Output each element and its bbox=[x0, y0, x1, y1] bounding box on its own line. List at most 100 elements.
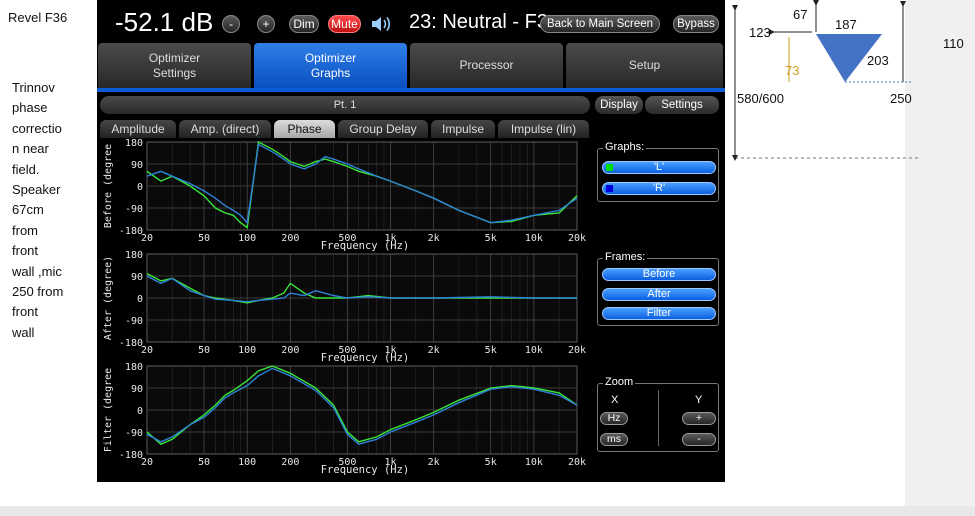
volume-up-button[interactable]: + bbox=[257, 15, 275, 33]
x-tick-label: 2k bbox=[428, 457, 440, 468]
x-tick-label: 20 bbox=[141, 233, 153, 244]
frame-filter-button[interactable]: Filter bbox=[602, 307, 716, 320]
y-tick-label: -180 bbox=[119, 450, 143, 461]
label-123: 123 bbox=[749, 25, 771, 40]
x-tick-label: 20k bbox=[568, 233, 586, 244]
zoom-y-minus-button[interactable]: - bbox=[682, 433, 716, 446]
tab-setup[interactable]: Setup bbox=[566, 43, 723, 88]
volume-down-button[interactable]: - bbox=[222, 15, 240, 33]
note-line: Trinnov bbox=[12, 80, 55, 95]
zoom-y-label: Y bbox=[695, 394, 703, 406]
top-bar: -52.1 dB - + Dim Mute 23: Neutral - F3 B… bbox=[97, 0, 725, 43]
x-tick-label: 50 bbox=[198, 345, 210, 356]
graph-tabs: Amplitude Amp. (direct) Phase Group Dela… bbox=[97, 120, 593, 138]
label-203: 203 bbox=[867, 53, 889, 68]
x-tick-label: 200 bbox=[281, 345, 299, 356]
graph-l-button[interactable]: 'L' bbox=[602, 161, 716, 174]
x-tick-label: 200 bbox=[281, 457, 299, 468]
frames-group: Frames: Before After Filter bbox=[597, 251, 719, 326]
y-tick-label: 0 bbox=[137, 182, 143, 193]
slide-footer-bar bbox=[0, 506, 975, 516]
zoom-ms-button[interactable]: ms bbox=[600, 433, 628, 446]
x-tick-label: 5k bbox=[485, 233, 497, 244]
note-line: 67cm bbox=[12, 202, 44, 218]
mute-button[interactable]: Mute bbox=[328, 15, 361, 33]
x-tick-label: 2k bbox=[428, 233, 440, 244]
y-tick-label: 90 bbox=[131, 384, 143, 395]
x-tick-label: 100 bbox=[238, 345, 256, 356]
tab-label: Optimizer Graphs bbox=[304, 50, 357, 80]
y-axis-label: Filter (degree bbox=[103, 368, 114, 452]
tab-impulse[interactable]: Impulse bbox=[431, 120, 495, 138]
y-tick-label: 180 bbox=[125, 138, 143, 149]
slide-note: Trinnov phase correctio n near field. Sp… bbox=[12, 78, 92, 343]
speaker-icon[interactable] bbox=[370, 14, 392, 34]
y-tick-label: -180 bbox=[119, 338, 143, 349]
frame-after-button[interactable]: After bbox=[602, 288, 716, 301]
zoom-x-label: X bbox=[611, 394, 619, 406]
x-tick-label: 10k bbox=[525, 233, 543, 244]
sidebar: Display Settings Graphs: 'L' 'R' Frames:… bbox=[594, 92, 725, 482]
tab-processor[interactable]: Processor bbox=[410, 43, 563, 88]
zoom-title: Zoom bbox=[603, 376, 636, 388]
x-tick-label: 5k bbox=[485, 345, 497, 356]
graph-r-label: 'R' bbox=[652, 182, 666, 194]
tab-label: Setup bbox=[628, 58, 661, 72]
speaker-geometry-diagram: 67 187 123 110 73 203 580/600 250 bbox=[727, 0, 975, 170]
note-line: wall ,mic bbox=[12, 263, 62, 279]
label-110: 110 bbox=[943, 36, 964, 51]
tab-impulse-lin[interactable]: Impulse (lin) bbox=[498, 120, 589, 138]
note-line: Speaker bbox=[12, 182, 61, 198]
y-tick-label: -90 bbox=[125, 316, 143, 327]
zoom-y-plus-button[interactable]: + bbox=[682, 412, 716, 425]
y-tick-label: -90 bbox=[125, 204, 143, 215]
tab-amp-direct[interactable]: Amp. (direct) bbox=[179, 120, 271, 138]
zoom-hz-button[interactable]: Hz bbox=[600, 412, 628, 425]
y-tick-label: 90 bbox=[131, 272, 143, 283]
y-tick-label: 180 bbox=[125, 362, 143, 373]
y-tick-label: 90 bbox=[131, 160, 143, 171]
phase-plots: 180900-90-18020 50 100 200 500 1k 2k 5k 10k 20kFr… bbox=[103, 138, 586, 476]
note-line: correctio bbox=[12, 120, 62, 136]
dim-button[interactable]: Dim bbox=[289, 15, 319, 33]
graphs-group: Graphs: 'L' 'R' bbox=[597, 141, 719, 202]
label-67: 67 bbox=[793, 7, 808, 22]
zoom-divider bbox=[658, 390, 659, 446]
bypass-button[interactable]: Bypass bbox=[673, 15, 719, 33]
back-to-main-button[interactable]: Back to Main Screen bbox=[540, 15, 660, 33]
point-selector[interactable]: Pt. 1 bbox=[100, 96, 590, 114]
label-187: 187 bbox=[835, 17, 857, 32]
y-tick-label: 0 bbox=[137, 406, 143, 417]
frame-before-button[interactable]: Before bbox=[602, 268, 716, 281]
graph-r-button[interactable]: 'R' bbox=[602, 182, 716, 195]
x-tick-label: 2k bbox=[428, 345, 440, 356]
note-line: field. bbox=[12, 161, 40, 177]
note-line: phase bbox=[12, 100, 48, 116]
note-line: front bbox=[12, 243, 39, 259]
tab-group-delay[interactable]: Group Delay bbox=[338, 120, 428, 138]
label-250: 250 bbox=[890, 91, 912, 106]
x-axis-label: Frequency (Hz) bbox=[321, 240, 410, 252]
tab-display[interactable]: Display bbox=[595, 96, 643, 114]
note-line: wall bbox=[12, 324, 35, 340]
note-line: 250 from bbox=[12, 284, 64, 300]
graphs-title: Graphs: bbox=[603, 141, 647, 153]
zoom-group: Zoom X Y Hz ms + - bbox=[597, 376, 719, 452]
frames-title: Frames: bbox=[603, 251, 648, 263]
x-tick-label: 10k bbox=[525, 457, 543, 468]
tab-label: Optimizer Settings bbox=[148, 50, 201, 80]
x-tick-label: 20 bbox=[141, 457, 153, 468]
x-axis-label: Frequency (Hz) bbox=[321, 464, 410, 476]
slide-title: Revel F36 bbox=[8, 10, 68, 25]
main-tabs: Optimizer Settings Optimizer Graphs Proc… bbox=[97, 43, 725, 88]
x-tick-label: 200 bbox=[281, 233, 299, 244]
y-tick-label: -180 bbox=[119, 226, 143, 237]
tab-settings[interactable]: Settings bbox=[645, 96, 719, 114]
tab-label: Processor bbox=[459, 58, 514, 72]
tab-amplitude[interactable]: Amplitude bbox=[100, 120, 176, 138]
x-tick-label: 10k bbox=[525, 345, 543, 356]
tab-optimizer-graphs[interactable]: Optimizer Graphs bbox=[254, 43, 407, 88]
tab-phase[interactable]: Phase bbox=[274, 120, 335, 138]
y-axis-label: Before (degree bbox=[103, 144, 114, 228]
tab-optimizer-settings[interactable]: Optimizer Settings bbox=[98, 43, 251, 88]
